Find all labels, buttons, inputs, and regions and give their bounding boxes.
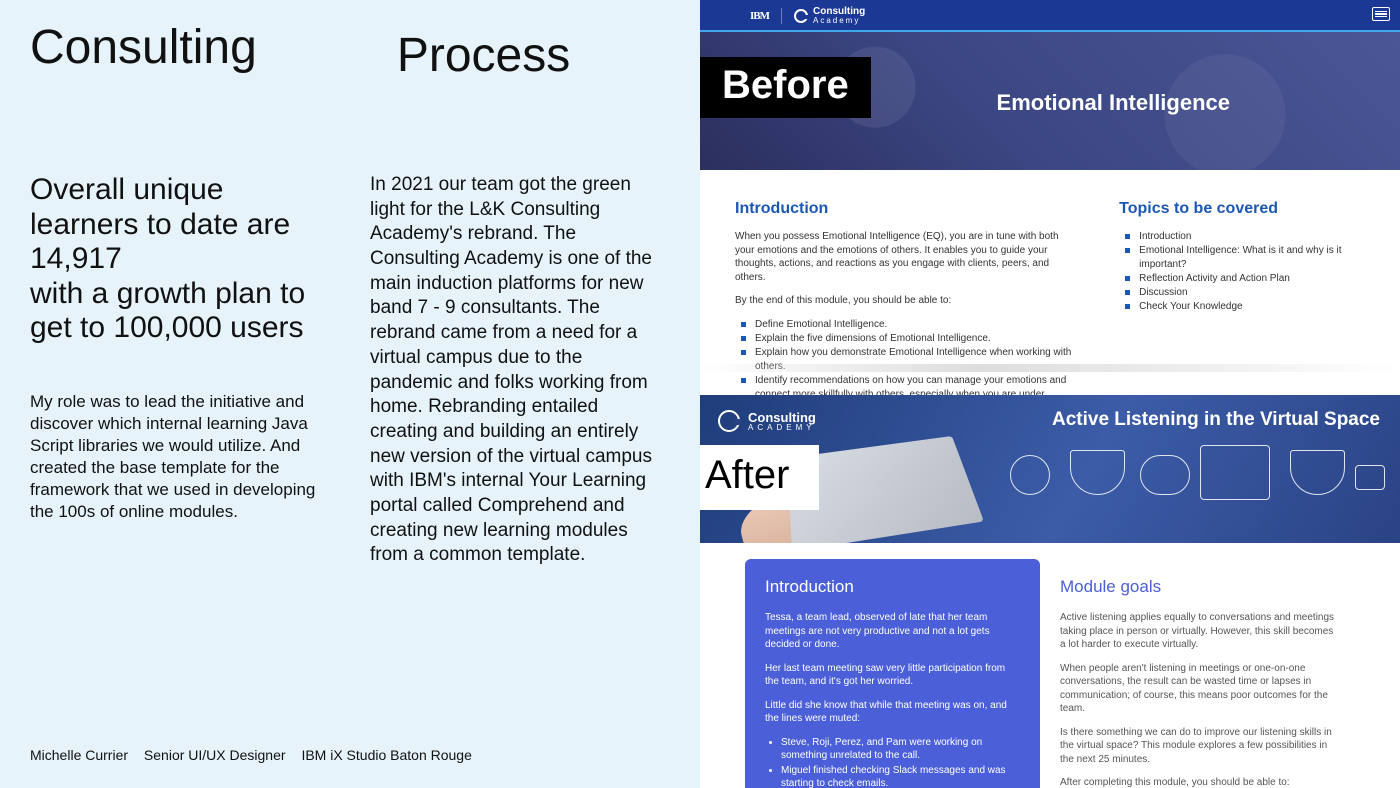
headline-stats: Overall unique learners to date are 14,9… xyxy=(30,173,330,346)
divider-icon xyxy=(781,8,782,24)
cloud-icon xyxy=(1140,455,1190,495)
after-goals-p1: Active listening applies equally to conv… xyxy=(1060,611,1340,652)
after-intro-p1: Tessa, a team lead, observed of late tha… xyxy=(765,611,1020,652)
after-logo-text-2: ACADEMY xyxy=(748,424,816,432)
list-item: Discussion xyxy=(1133,286,1365,300)
footer-name: Michelle Currier xyxy=(30,747,128,763)
after-intro-heading: Introduction xyxy=(765,577,1020,597)
after-goals-p4: After completing this module, you should… xyxy=(1060,776,1340,788)
title-consulting: Consulting xyxy=(30,20,257,83)
video-grid-icon xyxy=(1200,445,1270,500)
house2-icon xyxy=(1290,450,1345,495)
list-item: Reflection Activity and Action Plan xyxy=(1133,272,1365,286)
list-item: Define Emotional Intelligence. xyxy=(749,318,1079,332)
after-intro-p2: Her last team meeting saw very little pa… xyxy=(765,662,1020,689)
after-intro-list: Steve, Roji, Perez, and Pam were working… xyxy=(765,736,1020,788)
logo-text-2: Academy xyxy=(813,17,865,25)
before-topics-heading: Topics to be covered xyxy=(1119,200,1365,218)
before-intro-p2: By the end of this module, you should be… xyxy=(735,294,1079,308)
role-description: My role was to lead the initiative and d… xyxy=(30,391,330,524)
after-label: After xyxy=(700,445,819,510)
after-goals-p2: When people aren't listening in meetings… xyxy=(1060,662,1340,716)
laptop-icon xyxy=(1355,465,1385,490)
before-screenshot: IBM Consulting Academy Emotional Intelli… xyxy=(700,0,1400,372)
before-intro-section: Introduction When you possess Emotional … xyxy=(735,200,1079,416)
before-label: Before xyxy=(700,57,871,118)
after-goals-section: Module goals Active listening applies eq… xyxy=(1060,559,1340,788)
slide-footer: Michelle Currier Senior UI/UX Designer I… xyxy=(30,747,484,763)
list-item: Miguel finished checking Slack messages … xyxy=(781,764,1020,788)
footer-role: Senior UI/UX Designer xyxy=(144,747,286,763)
after-intro-p3: Little did she know that while that meet… xyxy=(765,699,1020,726)
after-logo: Consulting ACADEMY xyxy=(718,410,816,432)
after-goals-heading: Module goals xyxy=(1060,577,1340,597)
logo-ring-icon xyxy=(794,9,808,23)
list-item: Emotional Intelligence: What is it and w… xyxy=(1133,244,1365,272)
hamburger-menu-icon[interactable] xyxy=(1372,7,1390,21)
slide-left-panel: Consulting Process Overall unique learne… xyxy=(0,0,700,788)
before-intro-p1: When you possess Emotional Intelligence … xyxy=(735,230,1079,284)
consulting-academy-logo: Consulting Academy xyxy=(794,7,865,25)
globe-icon xyxy=(1010,455,1050,495)
slide-right-panel: 4 IBM Consulting Academy Emotional Intel… xyxy=(700,0,1400,788)
footer-org: IBM iX Studio Baton Rouge xyxy=(301,747,471,763)
after-intro-card: Introduction Tessa, a team lead, observe… xyxy=(745,559,1040,788)
after-hero-title: Active Listening in the Virtual Space xyxy=(1052,409,1380,431)
before-topics-section: Topics to be covered IntroductionEmotion… xyxy=(1119,200,1365,416)
before-intro-heading: Introduction xyxy=(735,200,1079,218)
before-topics-list: IntroductionEmotional Intelligence: What… xyxy=(1119,230,1365,314)
list-item: Check Your Knowledge xyxy=(1133,300,1365,314)
list-item: Steve, Roji, Perez, and Pam were working… xyxy=(781,736,1020,762)
before-topbar: IBM Consulting Academy xyxy=(700,0,1400,32)
after-goals-p3: Is there something we can do to improve … xyxy=(1060,726,1340,767)
list-item: Explain the five dimensions of Emotional… xyxy=(749,332,1079,346)
process-description: In 2021 our team got the green light for… xyxy=(370,173,660,568)
logo-ring-icon xyxy=(718,410,740,432)
list-item: Introduction xyxy=(1133,230,1365,244)
title-process: Process xyxy=(397,28,570,83)
after-logo-text-1: Consulting xyxy=(748,411,816,424)
house-icon xyxy=(1070,450,1125,495)
before-hero-title: Emotional Intelligence xyxy=(997,90,1230,116)
ibm-logo: IBM xyxy=(750,10,769,22)
